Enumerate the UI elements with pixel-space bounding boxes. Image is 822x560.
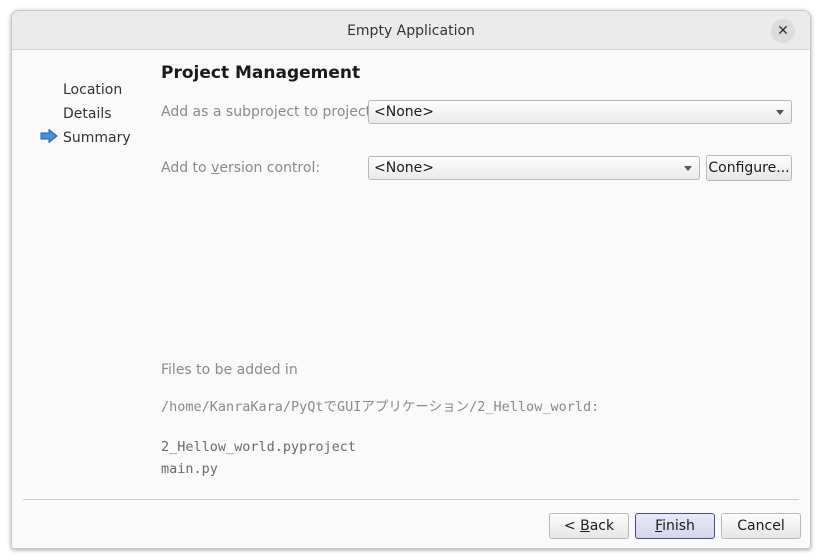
configure-button[interactable]: Configure... (706, 155, 792, 181)
file-item: 2_Hellow_world.pyproject (161, 439, 357, 455)
wizard-window: Empty Application ✕ Location Details Sum… (11, 10, 811, 549)
file-item: main.py (161, 461, 218, 477)
vcs-label: Add to version control: (161, 160, 321, 176)
dropdown-arrow-icon (776, 110, 784, 115)
page-title: Project Management (161, 63, 361, 83)
subproject-combo[interactable]: <None> (368, 100, 792, 124)
subproject-combo-value: <None> (374, 104, 434, 120)
separator (23, 499, 799, 500)
step-details: Details (63, 106, 112, 122)
close-icon: ✕ (777, 23, 789, 39)
vcs-combo-value: <None> (374, 160, 434, 176)
dropdown-arrow-icon (684, 166, 692, 171)
current-step-arrow-icon (40, 129, 58, 143)
cancel-button[interactable]: Cancel (721, 513, 801, 539)
finish-button[interactable]: Finish (635, 513, 715, 539)
step-summary: Summary (63, 130, 131, 146)
back-button[interactable]: < Back (549, 513, 629, 539)
window-title: Empty Application (347, 23, 475, 39)
close-button[interactable]: ✕ (771, 19, 795, 43)
vcs-combo[interactable]: <None> (368, 156, 700, 180)
files-heading: Files to be added in (161, 362, 298, 378)
title-bar[interactable]: Empty Application ✕ (12, 11, 810, 50)
step-location: Location (63, 82, 123, 98)
subproject-label: Add as a subproject to project: (161, 104, 376, 120)
files-path: /home/KanraKara/PyQtでGUIアプリケーション/2_Hello… (161, 399, 600, 415)
